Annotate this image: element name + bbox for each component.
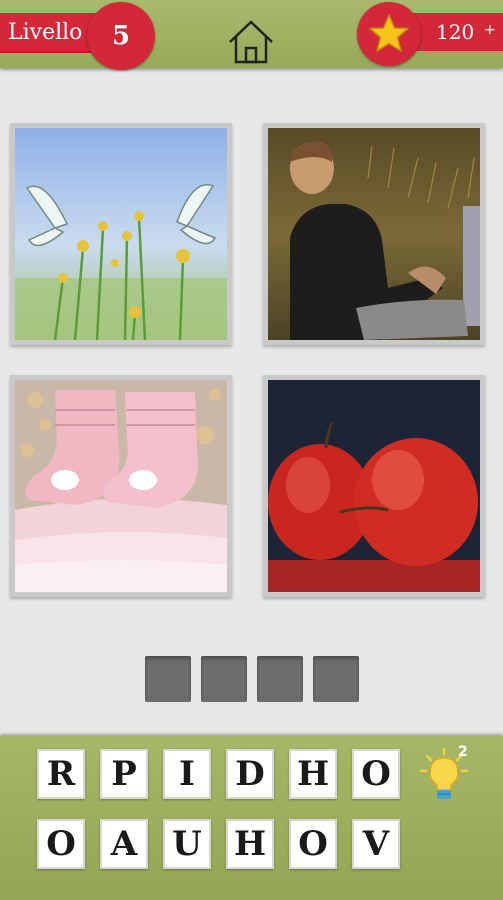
letter-tile[interactable]: O — [37, 819, 85, 869]
star-icon — [369, 14, 409, 52]
letter-tile[interactable]: O — [352, 749, 400, 799]
hint-count: 2 — [458, 744, 468, 760]
letter-tile[interactable]: P — [100, 749, 148, 799]
picture-tile-1[interactable] — [10, 123, 232, 345]
letter-tile[interactable]: A — [100, 819, 148, 869]
letter-tile[interactable]: H — [289, 749, 337, 799]
coin-count: 120 — [436, 20, 475, 44]
picture-tile-4[interactable] — [263, 375, 485, 597]
answer-slot-2[interactable] — [201, 656, 247, 702]
picture-tile-2[interactable] — [263, 123, 485, 345]
picture-tile-3[interactable] — [10, 375, 232, 597]
baby-booties-image — [15, 380, 227, 592]
letter-tile[interactable]: H — [226, 819, 274, 869]
letter-tile[interactable]: V — [352, 819, 400, 869]
letter-tile[interactable]: U — [163, 819, 211, 869]
add-coins-icon[interactable]: + — [484, 22, 496, 38]
red-apples-image — [268, 380, 480, 592]
butterfly-flowers-image — [15, 128, 227, 340]
level-number: 5 — [87, 2, 155, 70]
boy-in-field-image — [268, 128, 480, 340]
home-icon — [229, 20, 273, 64]
home-button[interactable] — [226, 18, 276, 66]
answer-slot-3[interactable] — [257, 656, 303, 702]
letter-tile[interactable]: O — [289, 819, 337, 869]
letter-tile[interactable]: I — [163, 749, 211, 799]
star-badge[interactable] — [357, 2, 421, 66]
answer-slot-4[interactable] — [313, 656, 359, 702]
letter-tile[interactable]: D — [226, 749, 274, 799]
level-label: Livello — [8, 20, 83, 45]
answer-slot-1[interactable] — [145, 656, 191, 702]
letter-tile[interactable]: R — [37, 749, 85, 799]
